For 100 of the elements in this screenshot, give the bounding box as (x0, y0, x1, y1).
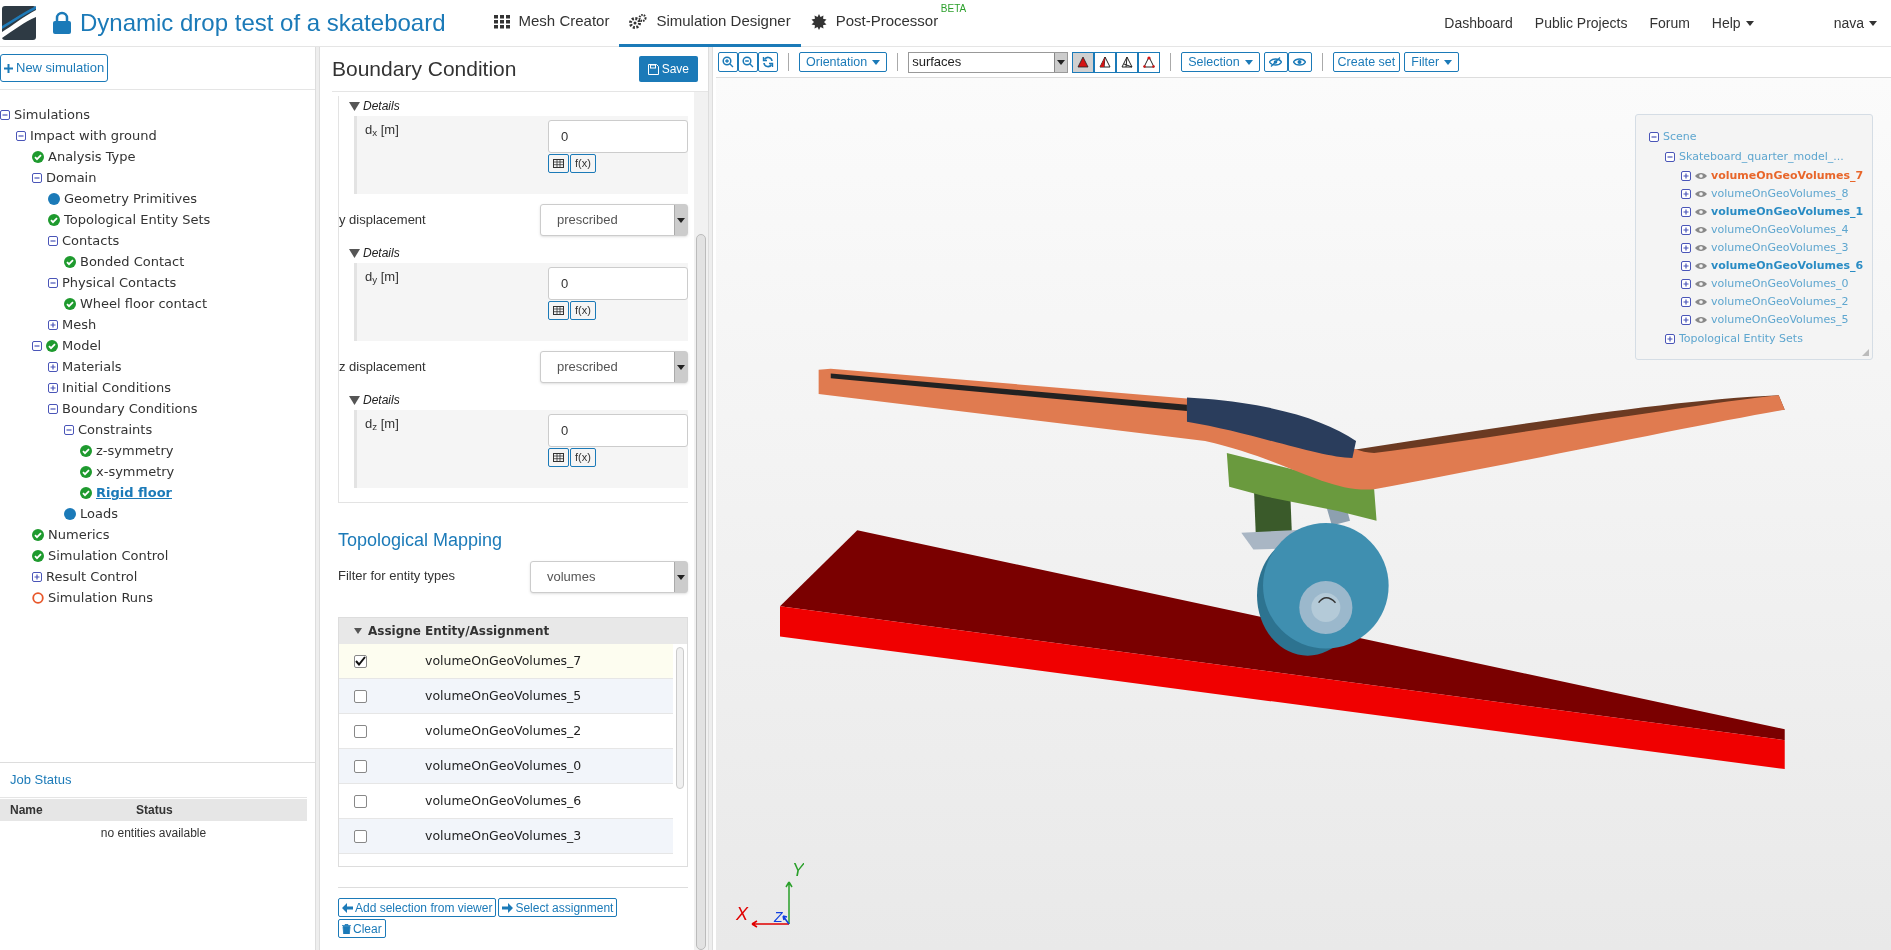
caret-icon (677, 574, 685, 580)
tree-item[interactable]: Simulations (14, 104, 91, 125)
tree-item[interactable]: Materials (62, 356, 122, 377)
selection-dropdown[interactable]: Selection (1181, 52, 1260, 72)
zoom-in-button[interactable] (718, 52, 738, 72)
new-simulation-button[interactable]: New simulation (0, 54, 109, 82)
action-button[interactable]: Add selection from viewer (338, 898, 497, 917)
check-circle-icon (80, 465, 92, 478)
tree-item[interactable]: Model (62, 335, 102, 356)
filter-dropdown[interactable]: Filter (1404, 52, 1460, 72)
tree-item[interactable]: Result Control (46, 566, 138, 587)
tree-item[interactable]: Bonded Contact (80, 251, 185, 272)
eye-icon (1695, 316, 1707, 324)
nav-link[interactable]: Dashboard (1444, 12, 1513, 34)
tree-item[interactable]: Constraints (78, 419, 153, 440)
scrollbar-thumb[interactable] (676, 647, 684, 789)
checkbox[interactable] (354, 689, 367, 703)
table-button[interactable] (548, 448, 569, 467)
collapse-icon[interactable] (48, 235, 58, 246)
checkbox[interactable] (354, 654, 367, 668)
dropdown[interactable]: volumes (530, 561, 688, 593)
render-mode-button[interactable] (1094, 51, 1117, 73)
collapse-icon[interactable] (48, 277, 58, 288)
tree-item[interactable]: Simulation Control (48, 545, 169, 566)
expand-icon[interactable] (48, 382, 58, 393)
action-button[interactable]: Clear (338, 919, 386, 938)
collapse-icon[interactable] (16, 130, 26, 141)
check-circle-icon (48, 213, 60, 226)
nav-tab[interactable]: Post-Processor BETA (800, 0, 969, 47)
triangle-edges-icon (1099, 56, 1112, 68)
check-circle-icon (64, 297, 76, 310)
scrollbar-thumb[interactable] (696, 234, 706, 950)
tree-item[interactable]: Physical Contacts (62, 272, 177, 293)
function-button[interactable]: f(x) (570, 301, 596, 320)
tree-item[interactable]: Initial Conditions (62, 377, 171, 398)
tree-item[interactable]: Domain (46, 167, 97, 188)
checkbox[interactable] (354, 759, 367, 773)
render-select[interactable]: surfaces (908, 51, 1069, 73)
arrow-left-icon (342, 902, 353, 913)
tree-item[interactable]: Boundary Conditions (62, 398, 198, 419)
tree-item[interactable]: x-symmetry (96, 461, 175, 482)
action-button[interactable]: Select assignment (498, 898, 618, 917)
section-title: Topological Mapping (337, 529, 504, 552)
expand-icon[interactable] (48, 361, 58, 372)
caret-icon (677, 217, 685, 223)
hide-button[interactable] (1263, 52, 1288, 72)
checkbox[interactable] (354, 724, 367, 738)
collapse-icon[interactable] (32, 172, 42, 183)
render-mode-button[interactable] (1072, 51, 1095, 73)
expand-icon[interactable] (32, 571, 42, 582)
tree-item[interactable]: Geometry Primitives (64, 188, 197, 209)
nav-tab[interactable]: Simulation Designer (619, 0, 801, 47)
tree-item[interactable]: Wheel floor contact (80, 293, 208, 314)
project-title: Dynamic drop test of a skateboard (80, 8, 446, 38)
table-button[interactable] (548, 301, 569, 320)
field-label: d$_{x}$ [m] (364, 121, 399, 141)
tree-item[interactable]: Impact with ground (30, 125, 157, 146)
eye-icon (1695, 298, 1707, 306)
tree-item[interactable]: Mesh (62, 314, 97, 335)
tree-item[interactable]: Numerics (48, 524, 110, 545)
collapse-icon[interactable] (0, 109, 10, 120)
collapse-icon[interactable] (32, 340, 42, 351)
nav-link[interactable]: Forum (1649, 12, 1690, 34)
nav-link[interactable]: Public Projects (1534, 12, 1628, 34)
tree-item[interactable]: Rigid floor (96, 482, 172, 503)
tree-item[interactable]: Loads (80, 503, 118, 524)
create-set-button[interactable]: Create set (1332, 52, 1401, 72)
column-header: Name (9, 802, 44, 819)
tree-item[interactable]: Contacts (62, 230, 120, 251)
render-mode-button[interactable] (1116, 51, 1139, 73)
tree-item[interactable]: Simulation Runs (48, 587, 154, 608)
collapse-icon[interactable] (64, 424, 74, 435)
function-button[interactable]: f(x) (570, 154, 596, 173)
dropdown[interactable]: prescribed (540, 351, 688, 383)
column-header[interactable]: Assigne (339, 622, 425, 640)
expand-icon (1681, 207, 1691, 217)
table-cell-text: volumeOnGeoVolumes_7 (425, 651, 582, 670)
orientation-dropdown[interactable]: Orientation (799, 52, 888, 72)
tree-item[interactable]: Analysis Type (48, 146, 136, 167)
table-button[interactable] (548, 154, 569, 173)
show-button[interactable] (1287, 52, 1312, 72)
input-field[interactable]: 0 (548, 267, 688, 300)
caret-icon (1244, 59, 1253, 65)
zoom-out-button[interactable] (738, 52, 758, 72)
input-field[interactable]: 0 (548, 120, 688, 153)
function-button[interactable]: f(x) (570, 448, 596, 467)
refresh-button[interactable] (758, 52, 778, 72)
nav-link[interactable]: nava (1833, 12, 1877, 34)
expand-icon[interactable] (48, 319, 58, 330)
checkbox[interactable] (354, 829, 367, 843)
input-field[interactable]: 0 (548, 414, 688, 447)
tree-item[interactable]: z-symmetry (96, 440, 174, 461)
dropdown[interactable]: prescribed (540, 204, 688, 236)
tree-item[interactable]: Topological Entity Sets (64, 209, 211, 230)
save-button[interactable]: Save (638, 56, 698, 82)
nav-link[interactable]: Help (1711, 12, 1754, 34)
checkbox[interactable] (354, 794, 367, 808)
render-mode-button[interactable] (1138, 51, 1161, 73)
nav-tab[interactable]: Mesh Creator (483, 0, 620, 47)
collapse-icon[interactable] (48, 403, 58, 414)
